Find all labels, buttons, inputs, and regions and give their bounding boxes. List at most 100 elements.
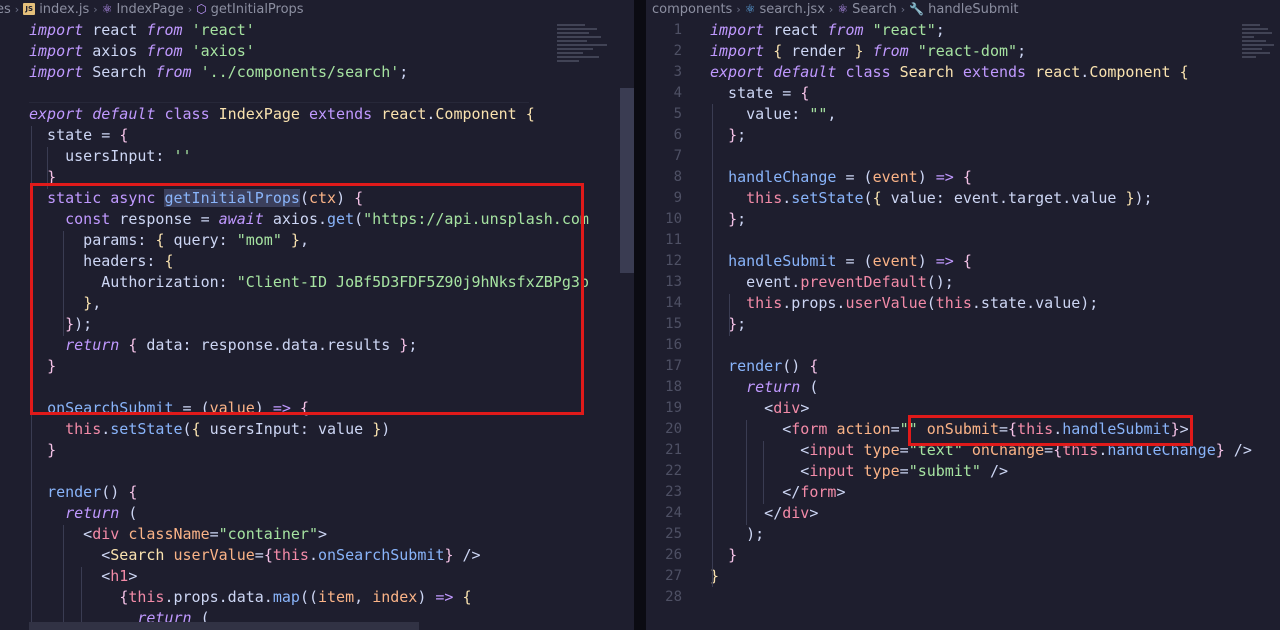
code-line: }	[0, 440, 634, 461]
code-line: 15 };	[646, 314, 1280, 335]
chevron-right-icon: ›	[14, 2, 20, 16]
line-number: 10	[665, 211, 682, 227]
vertical-scrollbar[interactable]	[620, 88, 634, 273]
line-number: 5	[673, 106, 682, 122]
breadcrumb-item[interactable]: es	[0, 2, 11, 17]
indent-guide	[712, 104, 713, 587]
line-number: 16	[665, 337, 682, 353]
chevron-right-icon: ›	[93, 2, 98, 16]
line-number: 15	[665, 316, 682, 332]
code-line: 26 }	[646, 545, 1280, 566]
editor-split-gutter[interactable]	[634, 0, 646, 630]
code-text: import { render } from "react-dom";	[710, 42, 1027, 60]
minimap[interactable]	[557, 22, 613, 92]
code-text: );	[710, 525, 765, 543]
code-text: return (	[746, 378, 819, 396]
code-line: 28	[646, 587, 1280, 608]
code-line: 23 </form>	[646, 482, 1280, 503]
indent-guide	[746, 420, 747, 525]
code-line: 8 handleChange = (event) => {	[646, 167, 1280, 188]
indent-guide	[63, 525, 64, 630]
breadcrumb-item[interactable]: handleSubmit	[928, 2, 1018, 17]
indent-guide	[729, 294, 730, 336]
code-line: 3 export default class Search extends rea…	[646, 62, 1280, 83]
code-text: export default class Search extends reac…	[710, 63, 1189, 81]
breadcrumb: components › ⚛ search.jsx › ⚛ Search › 🔧…	[652, 0, 1280, 18]
line-number: 19	[665, 400, 682, 416]
line-number: 28	[665, 589, 682, 605]
breadcrumb: es › JS index.js › ⚛ IndexPage › ⬡ getIn…	[0, 0, 634, 18]
code-text: }	[728, 546, 738, 564]
code-line: state = {	[0, 125, 634, 146]
line-number: 25	[665, 526, 682, 542]
react-component-icon: ⚛	[101, 2, 113, 16]
code-line: usersInput: ''	[0, 146, 634, 167]
line-number: 3	[673, 64, 682, 80]
code-text: render() {	[728, 357, 819, 375]
code-area[interactable]: 1 import react from "react"; 2 import { re…	[646, 20, 1280, 608]
code-text: <div className="container">	[29, 525, 328, 543]
code-text: import react from "react";	[710, 21, 945, 39]
code-text: this.props.userValue(this.state.value);	[746, 294, 1099, 312]
breadcrumb-item[interactable]: search.jsx	[760, 2, 825, 17]
breadcrumb-item[interactable]: components	[652, 2, 732, 17]
line-number: 12	[665, 253, 682, 269]
code-text: <div>	[710, 399, 810, 417]
code-line: 1 import react from "react";	[646, 20, 1280, 41]
editor-pane-left[interactable]: es › JS index.js › ⚛ IndexPage › ⬡ getIn…	[0, 0, 634, 630]
chevron-right-icon: ›	[187, 2, 193, 16]
react-file-icon: ⚛	[744, 2, 756, 16]
line-number: 17	[665, 358, 682, 374]
code-text: }	[47, 441, 57, 459]
line-number: 26	[665, 547, 682, 563]
breadcrumb-item[interactable]: index.js	[39, 2, 89, 17]
code-text: export default class IndexPage extends r…	[29, 105, 535, 123]
js-file-icon: JS	[23, 3, 36, 15]
code-line: 25 );	[646, 524, 1280, 545]
code-text: return (	[65, 504, 138, 522]
editor-pane-right[interactable]: components › ⚛ search.jsx › ⚛ Search › 🔧…	[646, 0, 1280, 630]
code-line: this.setState({ usersInput: value })	[0, 419, 634, 440]
code-text: usersInput: ''	[29, 147, 192, 165]
code-line: <Search userValue={this.onSearchSubmit} …	[0, 545, 634, 566]
code-line: 6 };	[646, 125, 1280, 146]
react-component-icon: ⚛	[837, 2, 849, 16]
line-number: 8	[673, 169, 682, 185]
code-line: import Search from '../components/search…	[0, 62, 634, 83]
code-line: 22 <input type="submit" />	[646, 461, 1280, 482]
code-line: 24 </div>	[646, 503, 1280, 524]
code-text: import Search from '../components/search…	[29, 63, 409, 81]
code-line: <h1>	[0, 566, 634, 587]
code-text: import react from 'react'	[29, 21, 255, 39]
horizontal-scrollbar[interactable]	[29, 622, 419, 630]
line-number: 7	[673, 148, 682, 164]
breadcrumb-item[interactable]: Search	[852, 2, 897, 17]
line-number: 11	[665, 232, 682, 248]
minimap[interactable]	[1242, 22, 1278, 92]
annotation-red-box	[30, 183, 584, 415]
line-number: 14	[665, 295, 682, 311]
code-line: 7	[646, 146, 1280, 167]
code-text: handleSubmit = (event) => {	[728, 252, 972, 270]
breadcrumb-item[interactable]: getInitialProps	[211, 2, 304, 17]
breadcrumb-item[interactable]: IndexPage	[116, 2, 183, 17]
code-text: </div>	[710, 504, 819, 522]
line-number: 13	[665, 274, 682, 290]
code-line: {this.props.data.map((item, index) => {	[0, 587, 634, 608]
line-number: 4	[673, 85, 682, 101]
code-line: 16	[646, 335, 1280, 356]
code-text: render() {	[47, 483, 138, 501]
code-text: value: "",	[710, 105, 837, 123]
code-text: event.preventDefault();	[710, 273, 954, 291]
line-number: 9	[673, 190, 682, 206]
code-text: };	[728, 210, 747, 228]
code-line: 2 import { render } from "react-dom";	[646, 41, 1280, 62]
code-text: this.setState({ usersInput: value })	[65, 420, 391, 438]
line-number: 2	[673, 43, 682, 59]
code-line: 12 handleSubmit = (event) => {	[646, 251, 1280, 272]
cube-icon: ⬡	[196, 2, 207, 16]
code-line: 13 event.preventDefault();	[646, 272, 1280, 293]
code-text: this.setState({ value: event.target.valu…	[746, 189, 1153, 207]
chevron-right-icon: ›	[900, 2, 906, 16]
code-line: 9 this.setState({ value: event.target.va…	[646, 188, 1280, 209]
